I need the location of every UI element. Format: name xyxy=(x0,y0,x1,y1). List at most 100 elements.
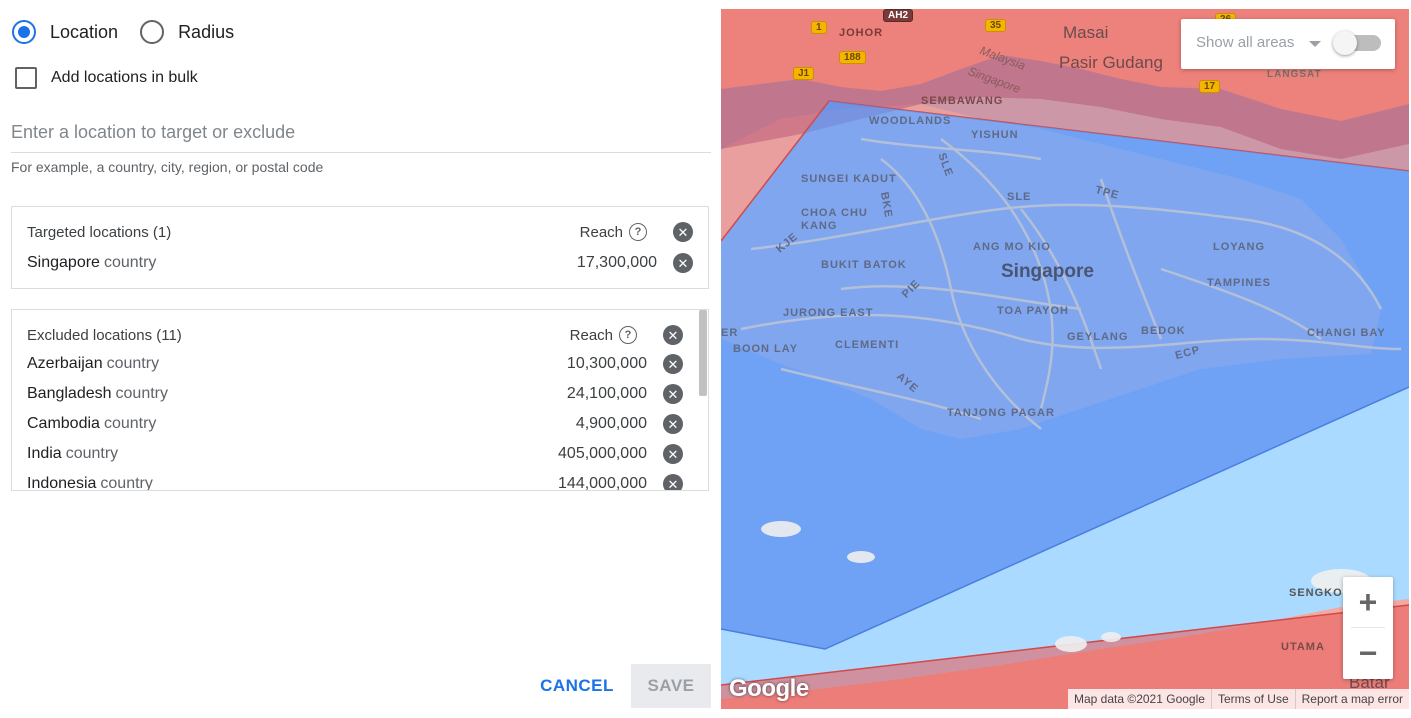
map-label-singapore: Singapore xyxy=(1001,261,1094,282)
excluded-locations-box: Excluded locations (11) Reach ? ✕ Azerba… xyxy=(11,309,709,491)
zoom-control: + − xyxy=(1343,577,1393,679)
map-label-langsat: LANGSAT xyxy=(1267,69,1322,80)
excluded-row: Bangladesh country 24,100,000 ✕ xyxy=(27,379,683,409)
map-label-ang-mo-kio: ANG MO KIO xyxy=(973,241,1051,253)
toggle-thumb[interactable] xyxy=(1333,31,1357,55)
remove-location-icon[interactable]: ✕ xyxy=(663,444,683,464)
map-canvas[interactable] xyxy=(721,9,1409,709)
location-radio[interactable] xyxy=(12,20,36,44)
map-label-toa-payoh: TOA PAYOH xyxy=(997,305,1069,317)
map-label-bukit-batok: BUKIT BATOK xyxy=(821,259,907,271)
location-reach: 24,100,000 xyxy=(566,385,647,402)
location-search-input[interactable] xyxy=(11,112,711,153)
help-icon[interactable]: ? xyxy=(629,223,647,241)
map-label-woodlands: WOODLANDS xyxy=(869,115,952,127)
map-label-geylang: GEYLANG xyxy=(1067,331,1129,343)
bulk-checkbox-row: Add locations in bulk xyxy=(15,67,198,89)
location-type: country xyxy=(103,415,157,432)
location-reach: 405,000,000 xyxy=(558,445,647,462)
report-map-error-link[interactable]: Report a map error xyxy=(1294,689,1409,709)
excluded-row: Indonesia country 144,000,000 ✕ xyxy=(27,469,683,491)
map-label-bedok: BEDOK xyxy=(1141,325,1186,337)
zoom-in-button[interactable]: + xyxy=(1343,577,1393,627)
location-name: Singapore xyxy=(27,254,100,271)
show-all-areas-dropdown[interactable]: Show all areas xyxy=(1196,34,1294,51)
google-logo: Google xyxy=(729,675,809,702)
excluded-row: Azerbaijan country 10,300,000 ✕ xyxy=(27,349,683,379)
terms-of-use-link[interactable]: Terms of Use xyxy=(1210,689,1295,709)
radius-radio[interactable] xyxy=(140,20,165,44)
location-type: country xyxy=(106,355,160,372)
cancel-button[interactable]: CANCEL xyxy=(529,664,625,708)
targeting-mode-group: Location Radius xyxy=(12,20,234,44)
road-shield: J1 xyxy=(793,67,815,80)
remove-location-icon[interactable]: ✕ xyxy=(663,354,683,374)
save-button[interactable]: SAVE xyxy=(631,664,711,708)
dropdown-caret-icon[interactable] xyxy=(1309,41,1321,47)
location-type: country xyxy=(103,254,157,271)
remove-location-icon[interactable]: ✕ xyxy=(673,253,693,273)
location-reach: 144,000,000 xyxy=(558,475,647,491)
road-shield: 17 xyxy=(1199,80,1221,93)
map-label-sungei-kadut: SUNGEI KADUT xyxy=(801,173,897,185)
targeted-row: Singapore country 17,300,000 ✕ xyxy=(27,248,693,278)
zoom-out-button[interactable]: − xyxy=(1343,628,1393,678)
scrollbar-thumb[interactable] xyxy=(699,310,707,396)
bulk-checkbox[interactable] xyxy=(15,67,37,89)
remove-all-targeted-icon[interactable]: ✕ xyxy=(673,222,693,242)
map-label-choa-chu-kang: CHOA CHU KANG xyxy=(801,207,868,232)
location-reach: 4,900,000 xyxy=(575,415,647,432)
road-shield: 188 xyxy=(839,51,866,64)
targeted-title: Targeted locations (1) xyxy=(27,223,172,241)
map-view[interactable]: JOHOR Masai Pasir Gudang Malaysia Singap… xyxy=(721,9,1409,709)
map-label-masai: Masai xyxy=(1063,23,1109,42)
map-label-tampines: TAMPINES xyxy=(1207,277,1272,289)
map-data-credit: Map data ©2021 Google xyxy=(1074,692,1205,706)
location-reach: 10,300,000 xyxy=(566,355,647,372)
map-label-utama: UTAMA xyxy=(1281,641,1325,653)
location-type: country xyxy=(115,385,168,402)
location-radio-label[interactable]: Location xyxy=(50,22,118,43)
excluded-header: Excluded locations (11) Reach ? ✕ xyxy=(27,323,683,347)
map-label-loyang: LOYANG xyxy=(1213,241,1266,253)
map-label-sengko: SENGKO xyxy=(1289,587,1343,599)
bulk-checkbox-label[interactable]: Add locations in bulk xyxy=(51,69,198,87)
map-label-clementi: CLEMENTI xyxy=(835,339,900,351)
location-type: country xyxy=(65,445,119,462)
excluded-scrollbar[interactable] xyxy=(698,310,708,490)
location-name: Azerbaijan xyxy=(27,355,103,372)
excluded-title: Excluded locations (11) xyxy=(27,326,182,344)
search-hint: For example, a country, city, region, or… xyxy=(11,159,324,175)
location-panel: Location Radius Add locations in bulk Fo… xyxy=(0,0,720,718)
map-label-jurong-east: JURONG EAST xyxy=(783,307,874,319)
targeted-header: Targeted locations (1) Reach ? ✕ xyxy=(27,220,693,244)
road-shield: 1 xyxy=(811,21,827,34)
map-label-johor: JOHOR xyxy=(839,27,884,39)
map-attribution: Map data ©2021 Google Terms of Use Repor… xyxy=(1068,689,1409,709)
help-icon[interactable]: ? xyxy=(619,326,637,344)
remove-all-excluded-icon[interactable]: ✕ xyxy=(663,325,683,345)
map-label-er: ER xyxy=(721,327,739,339)
location-reach: 17,300,000 xyxy=(576,254,657,271)
map-label-sle-2: SLE xyxy=(1007,191,1032,203)
show-all-areas-control: Show all areas xyxy=(1181,19,1395,69)
reach-label: Reach xyxy=(579,223,623,241)
reach-label: Reach xyxy=(569,326,613,344)
map-label-yishun: YISHUN xyxy=(971,129,1019,141)
road-shield: AH2 xyxy=(883,9,914,22)
remove-location-icon[interactable]: ✕ xyxy=(663,414,683,434)
remove-location-icon[interactable]: ✕ xyxy=(663,384,683,404)
map-label-sembawang: SEMBAWANG xyxy=(921,95,1004,107)
map-label-pasir-gudang: Pasir Gudang xyxy=(1059,53,1163,72)
location-type: country xyxy=(100,475,153,491)
location-name: India xyxy=(27,445,62,462)
remove-location-icon[interactable]: ✕ xyxy=(663,474,683,490)
targeted-locations-box: Targeted locations (1) Reach ? ✕ Singapo… xyxy=(11,206,709,289)
targeted-reach-header: Reach ? xyxy=(580,223,647,241)
map-label-changi-bay: CHANGI BAY xyxy=(1307,327,1386,339)
map-label-tanjong-pagar: TANJONG PAGAR xyxy=(947,407,1055,419)
radius-radio-label[interactable]: Radius xyxy=(178,22,234,43)
location-name: Bangladesh xyxy=(27,385,112,402)
map-label-boon-lay: BOON LAY xyxy=(733,343,799,355)
road-shield: 35 xyxy=(985,19,1007,32)
